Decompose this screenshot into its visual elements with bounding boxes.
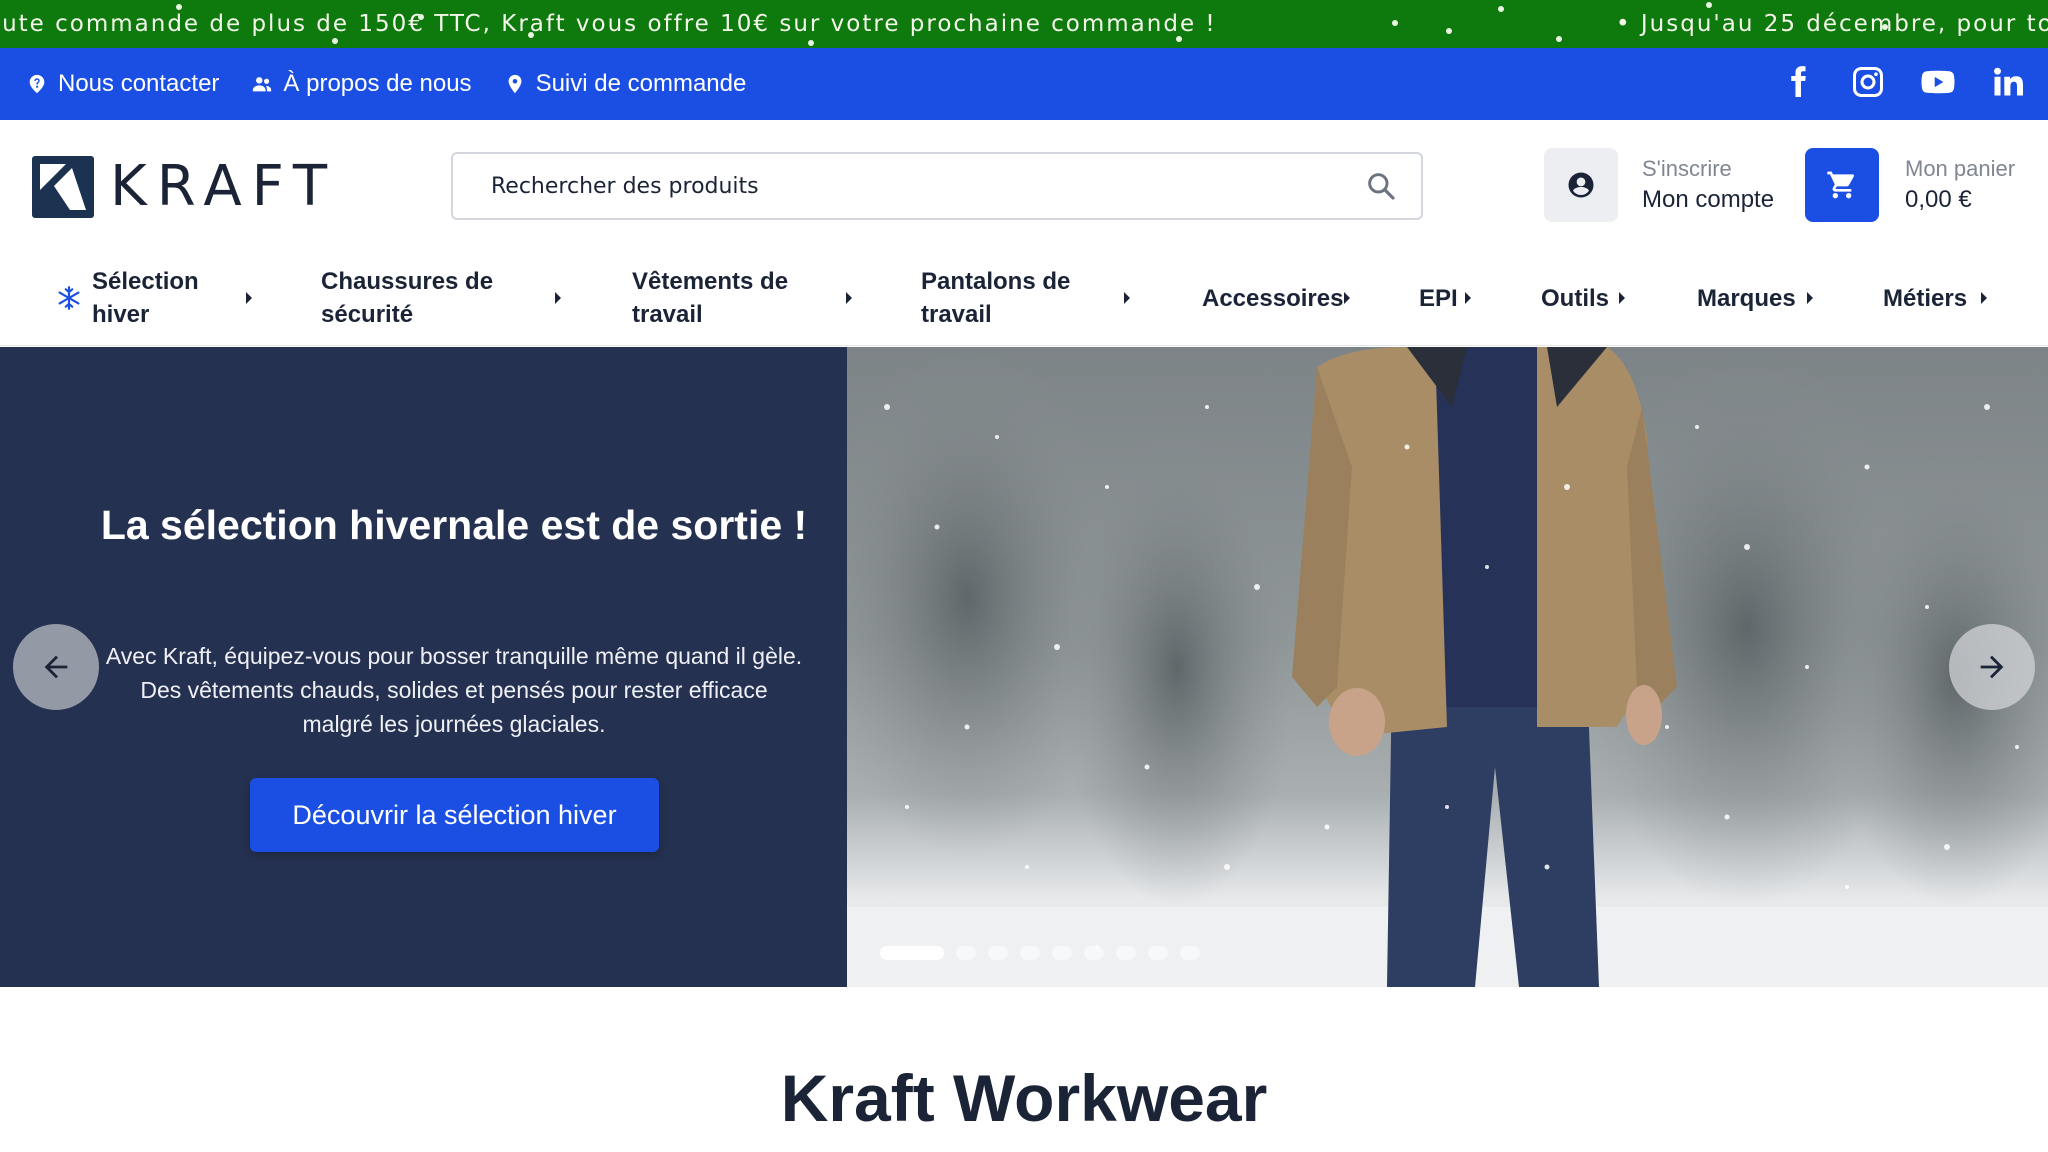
social-links: [1780, 48, 2026, 120]
caret-right-icon: [846, 292, 852, 304]
user-circle-icon: [1568, 172, 1594, 198]
instagram-link[interactable]: [1850, 64, 1886, 105]
carousel-dot[interactable]: [988, 946, 1008, 960]
arrow-left-icon: [44, 655, 68, 679]
signup-label: S'inscrire: [1642, 156, 1732, 181]
top-bar: Nous contacter À propos de nous Suivi de…: [0, 48, 2048, 120]
nav-item-outils[interactable]: Outils: [1541, 250, 1625, 346]
nav-item-vetements[interactable]: Vêtements de travail: [632, 250, 852, 346]
people-icon: [253, 77, 272, 92]
search-icon: [1368, 173, 1395, 200]
youtube-link[interactable]: [1920, 64, 1956, 105]
carousel-dot[interactable]: [1148, 946, 1168, 960]
nav-item-selection-hiver[interactable]: Sélection hiver: [92, 250, 252, 346]
carousel-dot[interactable]: [956, 946, 976, 960]
about-link[interactable]: À propos de nous: [251, 70, 472, 98]
about-link-label: À propos de nous: [283, 70, 472, 97]
facebook-link[interactable]: [1780, 64, 1816, 105]
caret-right-icon: [1981, 292, 1987, 304]
youtube-icon: [1921, 70, 1955, 93]
carousel-dot[interactable]: [1116, 946, 1136, 960]
my-account-label: Mon compte: [1642, 186, 1775, 213]
nav-item-accessoires[interactable]: Accessoires: [1202, 250, 1350, 346]
hero-title: La sélection hivernale est de sortie !: [100, 502, 808, 548]
winter-worker-photo: [847, 347, 2048, 987]
contact-link[interactable]: Nous contacter: [26, 70, 219, 98]
order-tracking-label: Suivi de commande: [535, 70, 747, 97]
search-input[interactable]: [453, 156, 1341, 216]
hero-text-panel: La sélection hivernale est de sortie ! A…: [0, 347, 847, 987]
linkedin-link[interactable]: [1990, 64, 2026, 105]
carousel-prev-button[interactable]: [13, 624, 99, 710]
snowflake-icon: [58, 286, 80, 310]
linkedin-icon: [1994, 67, 2023, 95]
site-header: KRAFT S'inscrire Mon compte Mon panier 0…: [0, 120, 2048, 250]
kraft-logo-mark: [32, 155, 94, 218]
promo-text: oute commande de plus de 150€ TTC, Kraft…: [0, 11, 1217, 37]
promo-banner: oute commande de plus de 150€ TTC, Kraft…: [0, 0, 2048, 48]
cart-total: 0,00 €: [1905, 186, 1972, 213]
caret-right-icon: [555, 292, 561, 304]
caret-right-icon: [1465, 292, 1471, 304]
arrow-right-icon: [1980, 655, 2004, 679]
carousel-indicators: [880, 946, 1200, 960]
section-title: Kraft Workwear: [780, 1061, 1268, 1135]
carousel-dot[interactable]: [1052, 946, 1072, 960]
caret-right-icon: [1124, 292, 1130, 304]
search-bar: [451, 152, 1423, 220]
facebook-icon: [1791, 65, 1806, 97]
caret-right-icon: [1807, 292, 1813, 304]
caret-right-icon: [1619, 292, 1625, 304]
account-icon-box: [1544, 148, 1618, 222]
nav-item-pantalons[interactable]: Pantalons de travail: [921, 250, 1130, 346]
cart-label: Mon panier: [1905, 156, 2016, 181]
kraft-logo[interactable]: KRAFT: [32, 154, 337, 219]
carousel-dot[interactable]: [1020, 946, 1040, 960]
cart-icon: [1827, 171, 1855, 199]
contact-link-label: Nous contacter: [58, 70, 220, 97]
hero-description: Avec Kraft, équipez-vous pour bosser tra…: [105, 643, 803, 737]
carousel-dot[interactable]: [1084, 946, 1104, 960]
cart-icon-box: [1805, 148, 1879, 222]
instagram-icon: [1853, 66, 1883, 97]
cart-link[interactable]: Mon panier 0,00 €: [1805, 148, 2015, 222]
search-button[interactable]: [1341, 156, 1421, 216]
nav-item-marques[interactable]: Marques: [1697, 250, 1813, 346]
discover-winter-button[interactable]: Découvrir la sélection hiver: [250, 778, 659, 852]
top-links: Nous contacter À propos de nous Suivi de…: [26, 48, 746, 120]
logo-text: KRAFT: [110, 154, 338, 219]
hero-carousel: La sélection hivernale est de sortie ! A…: [0, 347, 2048, 987]
order-tracking-link[interactable]: Suivi de commande: [504, 70, 747, 98]
account-link[interactable]: S'inscrire Mon compte: [1544, 148, 1774, 222]
carousel-dot[interactable]: [880, 946, 944, 960]
promo-text-continued: • Jusqu'au 25 décembre, pour tou: [1616, 11, 2048, 37]
main-nav: Sélection hiver Chaussures de sécurité Vêt…: [0, 250, 2048, 346]
carousel-dot[interactable]: [1180, 946, 1200, 960]
nav-item-metiers[interactable]: Métiers: [1883, 250, 1987, 346]
caret-right-icon: [1344, 292, 1350, 304]
caret-right-icon: [246, 292, 252, 304]
location-pin-icon: [508, 74, 521, 94]
nav-item-chaussures[interactable]: Chaussures de sécurité: [321, 250, 561, 346]
nav-item-epi[interactable]: EPI: [1419, 250, 1471, 346]
help-pin-icon: [29, 74, 45, 94]
carousel-next-button[interactable]: [1949, 624, 2035, 710]
hero-image: [847, 347, 2048, 987]
